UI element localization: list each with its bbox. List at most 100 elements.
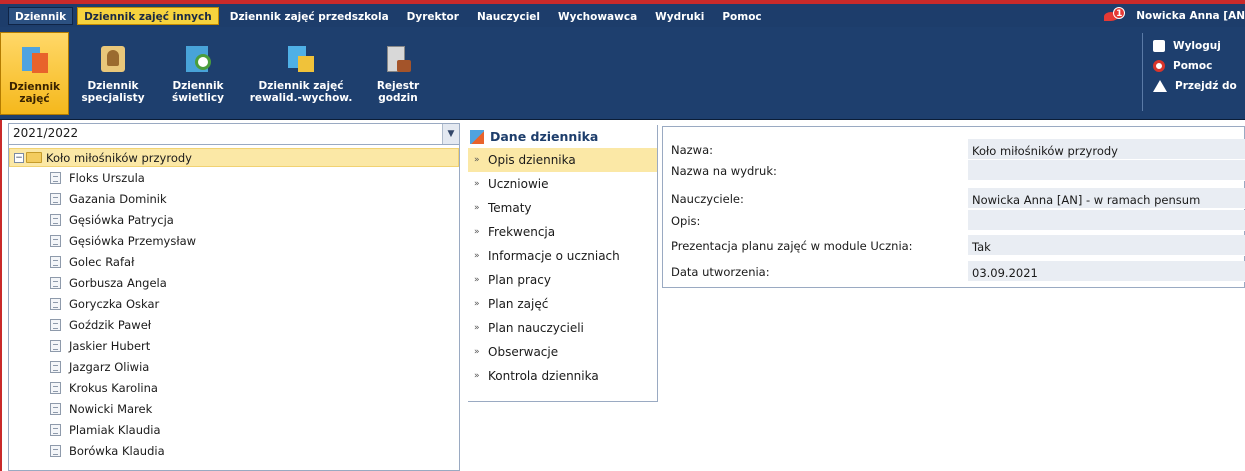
tree-root-label: Koło miłośników przyrody [46, 150, 192, 165]
tree-student-item[interactable]: Nowicki Marek [9, 398, 459, 419]
nav-item[interactable]: » Uczniowie [468, 172, 657, 196]
nav-item[interactable]: » Frekwencja [468, 220, 657, 244]
user-area: 1 Nowicka Anna [AN [1104, 4, 1245, 27]
chevron-right-icon: » [474, 323, 480, 333]
student-name: Gorbusza Angela [69, 275, 167, 290]
detail-value: Koło miłośników przyrody [972, 144, 1118, 158]
menu-item-dziennik-zajec-przedszkola[interactable]: Dziennik zajęć przedszkola [223, 7, 396, 25]
detail-row: Nazwa na wydruk: [663, 160, 1245, 182]
tool-dziennik-swietlicy[interactable]: Dziennik świetlicy [160, 32, 236, 115]
chevron-down-icon[interactable]: ▼ [442, 124, 459, 144]
menu-item-wydruki[interactable]: Wydruki [648, 7, 711, 25]
tree-student-item[interactable]: Gęsiówka Przemysław [9, 230, 459, 251]
tool-label: Dziennik [87, 80, 139, 92]
journal-icon [470, 129, 484, 144]
tool-dziennik-specjalisty[interactable]: Dziennik specjalisty [72, 32, 154, 115]
tool-label: Rejestr [376, 80, 420, 92]
nav-item[interactable]: » Tematy [468, 196, 657, 220]
lifebuoy-icon [1153, 60, 1165, 72]
tree-root-group[interactable]: − Koło miłośników przyrody [9, 148, 459, 167]
detail-row: Data utworzenia: 03.09.2021 [663, 261, 1245, 283]
document-icon [50, 297, 61, 310]
tool-label: godzin [378, 92, 418, 104]
nav-item[interactable]: » Plan zajęć [468, 292, 657, 316]
document-icon [50, 339, 61, 352]
detail-label: Nauczyciele: [671, 192, 744, 206]
detail-value-field: Koło miłośników przyrody [968, 139, 1245, 160]
students-tree: − Koło miłośników przyrody Floks Urszula… [9, 148, 459, 461]
journal-details-form: Nazwa: Koło miłośników przyrody Nazwa na w… [662, 126, 1245, 288]
document-icon [50, 360, 61, 373]
tool-rejestr-godzin[interactable]: Rejestr godzin [363, 32, 433, 115]
student-name: Plamiak Klaudia [69, 422, 161, 437]
tree-student-item[interactable]: Goryczka Oskar [9, 293, 459, 314]
tree-student-item[interactable]: Plamiak Klaudia [9, 419, 459, 440]
document-icon [50, 402, 61, 415]
tool-dziennik-zajec[interactable]: Dziennik zajęć [0, 32, 69, 115]
nav-item-label: Plan nauczycieli [488, 321, 584, 335]
tool-label: rewalid.-wychow. [249, 92, 353, 104]
tree-student-item[interactable]: Gazania Dominik [9, 188, 459, 209]
tree-student-item[interactable]: Goździk Paweł [9, 314, 459, 335]
tree-student-item[interactable]: Golec Rafał [9, 251, 459, 272]
student-name: Floks Urszula [69, 170, 145, 185]
tree-student-item[interactable]: Gorbusza Angela [9, 272, 459, 293]
chevron-right-icon: » [474, 299, 480, 309]
document-icon [50, 276, 61, 289]
detail-value: 03.09.2021 [972, 266, 1038, 280]
folder-open-icon [26, 152, 42, 163]
tree-student-item[interactable]: Jaskier Hubert [9, 335, 459, 356]
detail-value-field [968, 160, 1245, 181]
nav-item[interactable]: » Informacje o uczniach [468, 244, 657, 268]
document-icon [50, 192, 61, 205]
tool-label: zajęć [19, 93, 50, 105]
detail-row: Opis: [663, 210, 1245, 232]
tree-student-item[interactable]: Borówka Klaudia [9, 440, 459, 461]
menu-item-pomoc[interactable]: Pomoc [715, 7, 768, 25]
notification-count: 1 [1113, 6, 1126, 19]
user-name[interactable]: Nowicka Anna [AN [1136, 10, 1245, 22]
document-icon [50, 318, 61, 331]
menu-item-nauczyciel[interactable]: Nauczyciel [470, 7, 547, 25]
nav-item-label: Kontrola dziennika [488, 369, 599, 383]
tree-student-item[interactable]: Floks Urszula [9, 167, 459, 188]
document-icon [50, 381, 61, 394]
student-name: Goryczka Oskar [69, 296, 160, 311]
detail-value-field: Nowicka Anna [AN] - w ramach pensum [968, 188, 1245, 209]
home-icon [1153, 80, 1167, 92]
nav-item[interactable]: » Plan pracy [468, 268, 657, 292]
school-year-select[interactable]: 2021/2022 ▼ [9, 124, 459, 145]
collapse-toggle-icon[interactable]: − [14, 152, 24, 163]
document-icon [50, 234, 61, 247]
menu-item-dziennik-zajec-innych[interactable]: Dziennik zajęć innych [77, 6, 219, 25]
nav-item-label: Frekwencja [488, 225, 556, 239]
goto-link[interactable]: Przejdź do [1153, 76, 1237, 96]
tree-student-item[interactable]: Krokus Karolina [9, 377, 459, 398]
menu-item-wychowawca[interactable]: Wychowawca [551, 7, 644, 25]
nav-item[interactable]: » Opis dziennika [468, 148, 657, 172]
notification-icon[interactable]: 1 [1104, 6, 1126, 23]
logout-link[interactable]: Wyloguj [1153, 36, 1237, 56]
menu-item-dziennik[interactable]: Dziennik [8, 6, 74, 25]
menu-item-dyrektor[interactable]: Dyrektor [400, 7, 466, 25]
student-name: Goździk Paweł [69, 317, 152, 332]
student-name: Gęsiówka Patrycja [69, 212, 174, 227]
help-link[interactable]: Pomoc [1153, 56, 1237, 76]
chevron-right-icon: » [474, 179, 480, 189]
nav-item-label: Informacje o uczniach [488, 249, 620, 263]
tool-label: specjalisty [81, 92, 145, 104]
nav-item[interactable]: » Obserwacje [468, 340, 657, 364]
hours-register-icon [383, 44, 413, 74]
document-icon [50, 171, 61, 184]
ribbon-toolbar: Dziennik zajęć Dziennik specjalisty Dzie… [0, 27, 1245, 120]
tool-dziennik-rewalid[interactable]: Dziennik zajęć rewalid.-wychow. [242, 32, 360, 115]
tree-student-item[interactable]: Gęsiówka Patrycja [9, 209, 459, 230]
tree-student-item[interactable]: Jazgarz Oliwia [9, 356, 459, 377]
tool-label: Dziennik zajęć [258, 80, 344, 92]
tool-label: Dziennik [172, 80, 224, 92]
common-room-icon [183, 44, 213, 74]
nav-item-label: Tematy [488, 201, 532, 215]
nav-item[interactable]: » Plan nauczycieli [468, 316, 657, 340]
nav-item[interactable]: » Kontrola dziennika [468, 364, 657, 388]
nav-header-label: Dane dziennika [490, 129, 599, 144]
